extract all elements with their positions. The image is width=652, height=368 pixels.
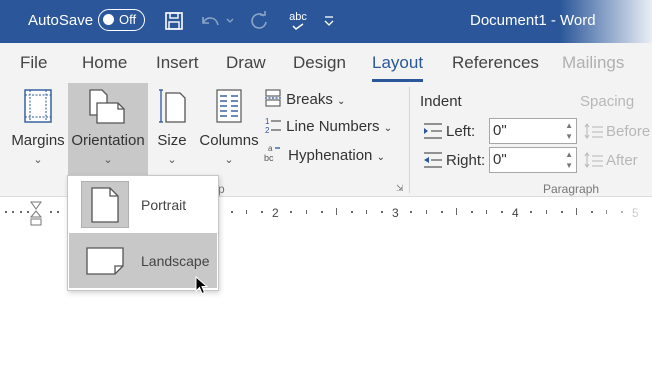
size-button[interactable]: Size ⌄ bbox=[150, 83, 194, 178]
ribbon-tabs: File Home Insert Draw Design Layout Refe… bbox=[0, 43, 652, 83]
spelling-icon[interactable]: abc bbox=[283, 9, 313, 33]
chevron-down-icon: ⌄ bbox=[224, 154, 234, 166]
indent-right-label: Right: bbox=[446, 152, 486, 169]
spelling-glyph: abc bbox=[289, 10, 307, 23]
title-bar-fade bbox=[560, 0, 652, 43]
spacing-before-label: Before bbox=[606, 123, 651, 140]
orientation-button[interactable]: Orientation ⌄ bbox=[68, 83, 148, 178]
toggle-knob bbox=[103, 14, 114, 25]
mouse-cursor-icon bbox=[195, 276, 208, 295]
tab-references[interactable]: References bbox=[452, 53, 539, 73]
svg-text:a: a bbox=[268, 144, 273, 153]
group-separator bbox=[409, 87, 410, 193]
paragraph-group-label: Paragraph bbox=[543, 182, 600, 196]
hyphenation-icon: a bc bbox=[264, 144, 280, 163]
chevron-down-icon: ⌄ bbox=[376, 152, 385, 163]
columns-label: Columns bbox=[199, 132, 259, 149]
ruler-number: 2 bbox=[272, 206, 279, 220]
dialog-launcher-icon[interactable]: ⇲ bbox=[396, 183, 404, 194]
autosave-toggle[interactable]: Off bbox=[98, 9, 145, 31]
portrait-icon bbox=[91, 187, 119, 223]
spacing-before-icon bbox=[584, 123, 603, 139]
indent-left-value: 0" bbox=[493, 122, 507, 139]
ruler-fade bbox=[590, 197, 652, 227]
margins-button[interactable]: Margins ⌄ bbox=[8, 83, 68, 178]
svg-text:bc: bc bbox=[264, 153, 274, 163]
portrait-label: Portrait bbox=[141, 197, 187, 213]
hyphenation-label: Hyphenation bbox=[288, 147, 373, 164]
ruler-number: 4 bbox=[512, 206, 519, 220]
tab-mailings[interactable]: Mailings bbox=[562, 53, 624, 73]
autosave-label: AutoSave bbox=[28, 12, 94, 29]
landscape-label: Landscape bbox=[141, 253, 210, 269]
landscape-icon bbox=[86, 247, 124, 275]
active-tab-underline bbox=[372, 79, 424, 82]
columns-icon bbox=[216, 89, 242, 123]
breaks-icon bbox=[265, 89, 281, 107]
svg-text:2: 2 bbox=[265, 126, 270, 134]
indent-left-icon bbox=[424, 123, 442, 139]
orientation-label: Orientation bbox=[71, 132, 145, 149]
hyphenation-button[interactable]: a bc Hyphenation ⌄ bbox=[264, 143, 385, 168]
undo-dropdown-icon[interactable] bbox=[224, 9, 236, 33]
indent-right-icon bbox=[424, 152, 442, 168]
tab-layout-label: Layout bbox=[372, 53, 424, 72]
indent-right-value: 0" bbox=[493, 151, 507, 168]
chevron-down-icon: ⌄ bbox=[337, 96, 346, 107]
tab-insert[interactable]: Insert bbox=[156, 53, 199, 73]
spinner-icon[interactable]: ▲ ▼ bbox=[565, 120, 573, 142]
autosave-state: Off bbox=[119, 12, 137, 27]
page-setup-group-label: p bbox=[218, 182, 225, 196]
chevron-down-icon: ⌄ bbox=[167, 154, 177, 166]
line-numbers-button[interactable]: 1 2 Line Numbers ⌄ bbox=[264, 116, 392, 139]
indent-left-field[interactable]: 0" ▲ ▼ bbox=[489, 118, 577, 144]
customize-quick-access-icon[interactable] bbox=[321, 9, 337, 33]
spacing-heading: Spacing bbox=[580, 93, 635, 110]
line-numbers-icon: 1 2 bbox=[265, 117, 281, 135]
undo-icon[interactable] bbox=[197, 9, 223, 33]
indent-heading: Indent bbox=[420, 93, 462, 110]
ruler-number: 3 bbox=[392, 206, 399, 220]
tab-draw[interactable]: Draw bbox=[226, 53, 266, 73]
tab-file[interactable]: File bbox=[20, 53, 47, 73]
menu-item-portrait[interactable]: Portrait bbox=[69, 177, 217, 232]
tab-design[interactable]: Design bbox=[293, 53, 346, 73]
save-icon[interactable] bbox=[163, 9, 185, 33]
spacing-after-label: After bbox=[606, 152, 638, 169]
line-numbers-label: Line Numbers bbox=[286, 118, 380, 135]
indent-left-label: Left: bbox=[446, 123, 476, 140]
indent-right-field[interactable]: 0" ▲ ▼ bbox=[489, 147, 577, 173]
title-bar: AutoSave Off abc Document1 - Word bbox=[0, 0, 652, 43]
margins-label: Margins bbox=[11, 132, 65, 149]
margins-icon bbox=[24, 89, 52, 123]
redo-icon[interactable] bbox=[246, 9, 272, 33]
breaks-button[interactable]: Breaks ⌄ bbox=[264, 89, 345, 112]
chevron-down-icon: ⌄ bbox=[33, 154, 43, 166]
tab-layout[interactable]: Layout bbox=[372, 53, 424, 82]
chevron-down-icon: ⌄ bbox=[383, 123, 393, 134]
chevron-down-icon: ⌄ bbox=[103, 154, 113, 166]
spinner-icon[interactable]: ▲ ▼ bbox=[565, 149, 573, 171]
columns-button[interactable]: Columns ⌄ bbox=[198, 83, 260, 178]
size-icon bbox=[159, 89, 186, 123]
orientation-menu: Portrait Landscape bbox=[67, 175, 219, 291]
orientation-icon bbox=[89, 89, 125, 124]
tab-home[interactable]: Home bbox=[82, 53, 127, 73]
svg-text:1: 1 bbox=[265, 117, 270, 126]
spacing-after-icon bbox=[584, 152, 603, 168]
breaks-label: Breaks bbox=[286, 91, 333, 108]
size-label: Size bbox=[157, 132, 187, 149]
